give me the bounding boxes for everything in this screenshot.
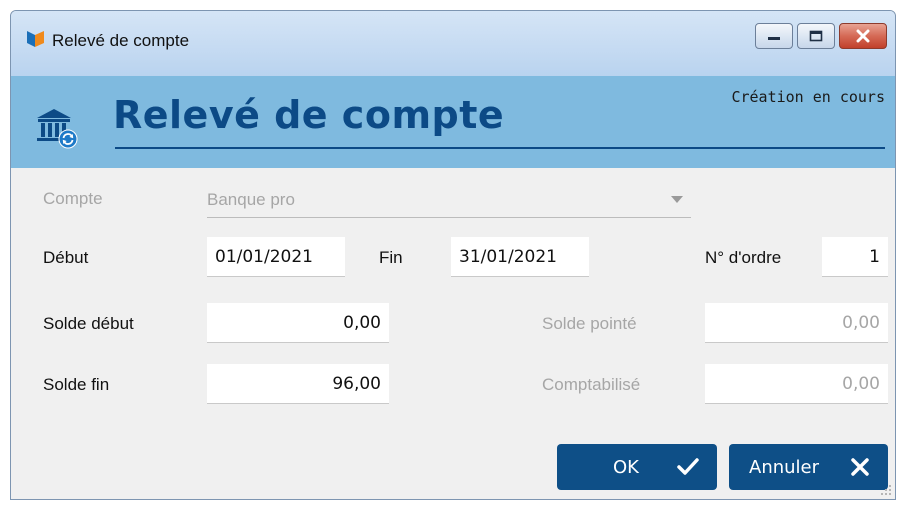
debut-date-value: 01/01/2021: [215, 246, 313, 267]
solde-debut-field[interactable]: 0,00: [207, 303, 389, 343]
ordre-value: 1: [869, 246, 880, 267]
compte-select[interactable]: Banque pro: [207, 182, 691, 218]
comptabilise-value: 0,00: [842, 373, 880, 394]
ordre-field[interactable]: 1: [822, 237, 888, 277]
title-underline: [115, 147, 885, 149]
solde-fin-label: Solde fin: [43, 375, 110, 394]
ordre-label: N° d'ordre: [705, 248, 782, 267]
chevron-down-icon: [671, 196, 683, 203]
title-bar[interactable]: Relevé de compte: [11, 11, 895, 76]
window-title: Relevé de compte: [52, 31, 190, 50]
solde-debut-value: 0,00: [343, 312, 381, 333]
ok-button-label: OK: [613, 456, 639, 478]
comptabilise-field: 0,00: [705, 364, 888, 404]
cancel-button[interactable]: Annuler: [729, 444, 888, 490]
cancel-button-label: Annuler: [749, 456, 820, 478]
solde-pointe-value: 0,00: [842, 312, 880, 333]
ok-button[interactable]: OK: [557, 444, 717, 490]
compte-label: Compte: [43, 189, 103, 208]
dialog-window: Relevé de compte Relevé de compte Créati…: [10, 10, 896, 500]
debut-date-field[interactable]: 01/01/2021: [207, 237, 345, 277]
maximize-icon: [809, 30, 823, 42]
solde-pointe-field: 0,00: [705, 303, 888, 343]
fin-date-field[interactable]: 31/01/2021: [451, 237, 589, 277]
minimize-icon: [768, 37, 780, 40]
solde-debut-label: Solde début: [43, 314, 134, 333]
comptabilise-label: Comptabilisé: [542, 375, 641, 394]
close-icon: [856, 29, 870, 43]
solde-pointe-label: Solde pointé: [542, 314, 637, 333]
fin-date-value: 31/01/2021: [459, 246, 557, 267]
maximize-button[interactable]: [797, 23, 835, 49]
x-icon: [851, 458, 869, 476]
resize-grip-icon[interactable]: [880, 484, 892, 496]
compte-select-value: Banque pro: [207, 189, 295, 209]
solde-fin-field[interactable]: 96,00: [207, 364, 389, 404]
debut-label: Début: [43, 248, 89, 267]
close-button[interactable]: [839, 23, 887, 49]
app-logo-icon: [27, 31, 44, 47]
page-title: Relevé de compte: [113, 93, 505, 137]
check-icon: [677, 458, 699, 475]
fin-label: Fin: [379, 248, 403, 267]
header-band: Relevé de compte Création en cours: [11, 76, 895, 168]
status-text: Création en cours: [731, 88, 885, 106]
solde-fin-value: 96,00: [332, 373, 381, 394]
window-controls: [755, 23, 887, 49]
bank-icon: [37, 109, 78, 149]
minimize-button[interactable]: [755, 23, 793, 49]
